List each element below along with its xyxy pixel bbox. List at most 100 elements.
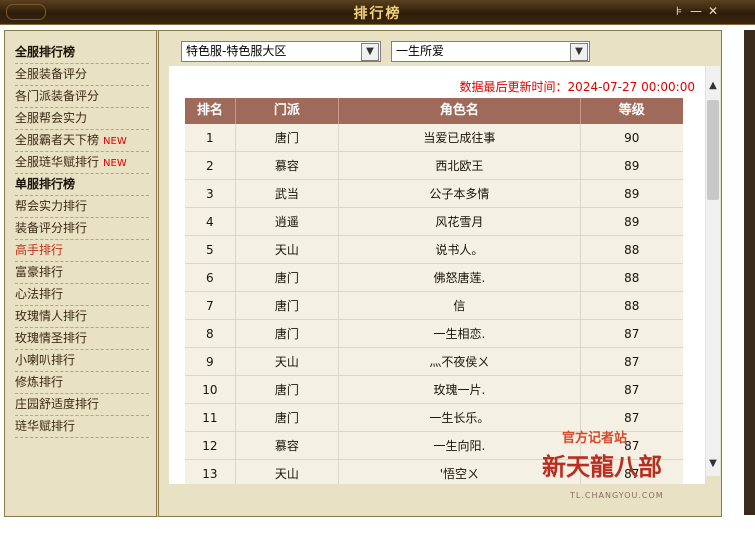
sidebar-item[interactable]: 琏华赋排行: [15, 416, 149, 438]
window-edge: [744, 30, 755, 515]
table-row[interactable]: 3 武当 公子本多情 89: [185, 180, 683, 208]
chevron-down-icon[interactable]: ▼: [361, 43, 379, 61]
sidebar-item[interactable]: 小喇叭排行: [15, 350, 149, 372]
sidebar-item[interactable]: 玫瑰情人排行: [15, 306, 149, 328]
sidebar-item[interactable]: 各门派装备评分: [15, 86, 149, 108]
table-header: 排名 门派 角色名 等级: [185, 98, 683, 124]
rank-cell: 4: [185, 208, 236, 236]
sect-cell: 天山: [236, 460, 340, 484]
header-sect: 门派: [236, 98, 340, 124]
sidebar-item-label: 单服排行榜: [15, 177, 76, 191]
sidebar-item-label: 富豪排行: [15, 265, 64, 279]
rank-cell: 9: [185, 348, 236, 376]
rank-cell: 3: [185, 180, 236, 208]
level-cell: 89: [580, 152, 683, 180]
sidebar-item-label: 全服排行榜: [15, 45, 76, 59]
level-cell: 90: [580, 124, 683, 152]
sidebar-item[interactable]: 玫瑰情圣排行: [15, 328, 149, 350]
sidebar-item-label: 全服装备评分: [15, 67, 88, 81]
sidebar-item-label: 装备评分排行: [15, 221, 88, 235]
sidebar-item[interactable]: 全服霸者天下榜 NEW: [15, 130, 149, 152]
name-cell: 风花雪月: [339, 208, 581, 236]
name-cell: 西北欧王: [339, 152, 581, 180]
rank-cell: 5: [185, 236, 236, 264]
sect-cell: 慕容: [235, 152, 340, 180]
rank-cell: 11: [185, 404, 236, 432]
header-level: 等级: [618, 103, 645, 118]
name-cell: 公子本多情: [339, 180, 581, 208]
name-cell: 当爱已成往事: [339, 124, 581, 152]
sidebar-item[interactable]: 全服装备评分: [15, 64, 149, 86]
pin-icon[interactable]: ⊧: [672, 4, 686, 18]
sidebar-item-label: 心法排行: [15, 287, 64, 301]
sect-cell: 唐门: [235, 404, 340, 432]
sect-cell: 唐门: [235, 292, 340, 320]
name-cell: 佛怒唐莲.: [339, 264, 581, 292]
sidebar-item[interactable]: 帮会实力排行: [15, 196, 149, 218]
rank-cell: 12: [185, 432, 236, 460]
title-bar[interactable]: 排行榜 ⊧ — ✕: [0, 0, 755, 25]
rank-cell: 8: [185, 320, 236, 348]
sidebar-item-label: 帮会实力排行: [15, 199, 88, 213]
level-cell: 87: [580, 320, 683, 348]
scroll-thumb[interactable]: [707, 100, 719, 200]
close-icon[interactable]: ✕: [706, 4, 720, 18]
server-select[interactable]: 特色服-特色服大区 ▼: [181, 41, 381, 62]
sidebar-item[interactable]: 高手排行: [15, 240, 149, 262]
sidebar-item-label: 修炼排行: [15, 375, 64, 389]
sect-cell: 慕容: [235, 432, 340, 460]
sidebar-item[interactable]: 装备评分排行: [15, 218, 149, 240]
rank-cell: 1: [185, 124, 236, 152]
sidebar-item[interactable]: 全服琏华赋排行 NEW: [15, 152, 149, 174]
ranking-content: 数据最后更新时间：2024-07-27 00:00:00 排名 门派 角色名 等…: [169, 66, 705, 484]
changyou-logo: 官方记者站 新天龍八部 TL.CHANGYOU.COM: [512, 425, 727, 510]
sidebar-item-label: 小喇叭排行: [15, 353, 76, 367]
table-row[interactable]: 8 唐门 一生相恋. 87: [185, 320, 683, 348]
chevron-down-icon[interactable]: ▼: [570, 43, 588, 61]
sidebar-item[interactable]: 庄园舒适度排行: [15, 394, 149, 416]
sidebar-item[interactable]: 心法排行: [15, 284, 149, 306]
sect-cell: 唐门: [235, 376, 340, 404]
minimize-icon[interactable]: —: [689, 4, 703, 18]
category-select-value: 一生所爱: [396, 44, 445, 58]
scroll-up-icon[interactable]: ▲: [706, 78, 720, 94]
table-row[interactable]: 6 唐门 佛怒唐莲. 88: [185, 264, 683, 292]
new-badge: NEW: [103, 158, 127, 169]
level-cell: 88: [580, 236, 683, 264]
table-row[interactable]: 1 唐门 当爱已成往事 90: [185, 124, 683, 152]
header-name: 角色名: [339, 98, 581, 124]
sect-cell: 唐门: [235, 320, 340, 348]
level-cell: 87: [580, 376, 683, 404]
sidebar-item-label: 庄园舒适度排行: [15, 397, 100, 411]
window-title: 排行榜: [353, 6, 402, 22]
table-row[interactable]: 5 天山 说书人。 88: [185, 236, 683, 264]
sect-cell: 逍遥: [235, 208, 340, 236]
table-row[interactable]: 2 慕容 西北欧王 89: [185, 152, 683, 180]
table-row[interactable]: 4 逍遥 风花雪月 89: [185, 208, 683, 236]
sidebar-item[interactable]: 修炼排行: [15, 372, 149, 394]
sidebar-section-header: 全服排行榜: [15, 42, 149, 64]
table-row[interactable]: 9 天山 灬不夜侯ㄨ 87: [185, 348, 683, 376]
rank-cell: 2: [185, 152, 236, 180]
sect-cell: 武当: [235, 180, 340, 208]
name-cell: 灬不夜侯ㄨ: [339, 348, 581, 376]
level-cell: 88: [580, 264, 683, 292]
category-select[interactable]: 一生所爱 ▼: [391, 41, 590, 62]
sect-cell: 唐门: [235, 264, 340, 292]
rank-cell: 7: [185, 292, 236, 320]
vertical-scrollbar[interactable]: ▲ ▼: [706, 66, 720, 476]
sidebar-item-label: 琏华赋排行: [15, 419, 76, 433]
logo-line3: TL.CHANGYOU.COM: [570, 491, 664, 500]
ranking-sidebar: 全服排行榜全服装备评分各门派装备评分 全服帮会实力 全服霸者天下榜 NEW 全服琏华赋排…: [4, 30, 159, 517]
logo-line1: 官方记者站: [562, 431, 628, 446]
rank-cell: 13: [185, 460, 236, 484]
table-row[interactable]: 10 唐门 玫瑰一片. 87: [185, 376, 683, 404]
sidebar-item[interactable]: 全服帮会实力: [15, 108, 149, 130]
rank-cell: 6: [185, 264, 236, 292]
table-row[interactable]: 7 唐门信 88: [185, 292, 683, 320]
sidebar-section-header: 单服排行榜: [15, 174, 149, 196]
server-select-value: 特色服-特色服大区: [186, 44, 287, 58]
sect-cell: 唐门: [235, 124, 340, 152]
level-cell: 87: [580, 348, 683, 376]
sidebar-item[interactable]: 富豪排行: [15, 262, 149, 284]
